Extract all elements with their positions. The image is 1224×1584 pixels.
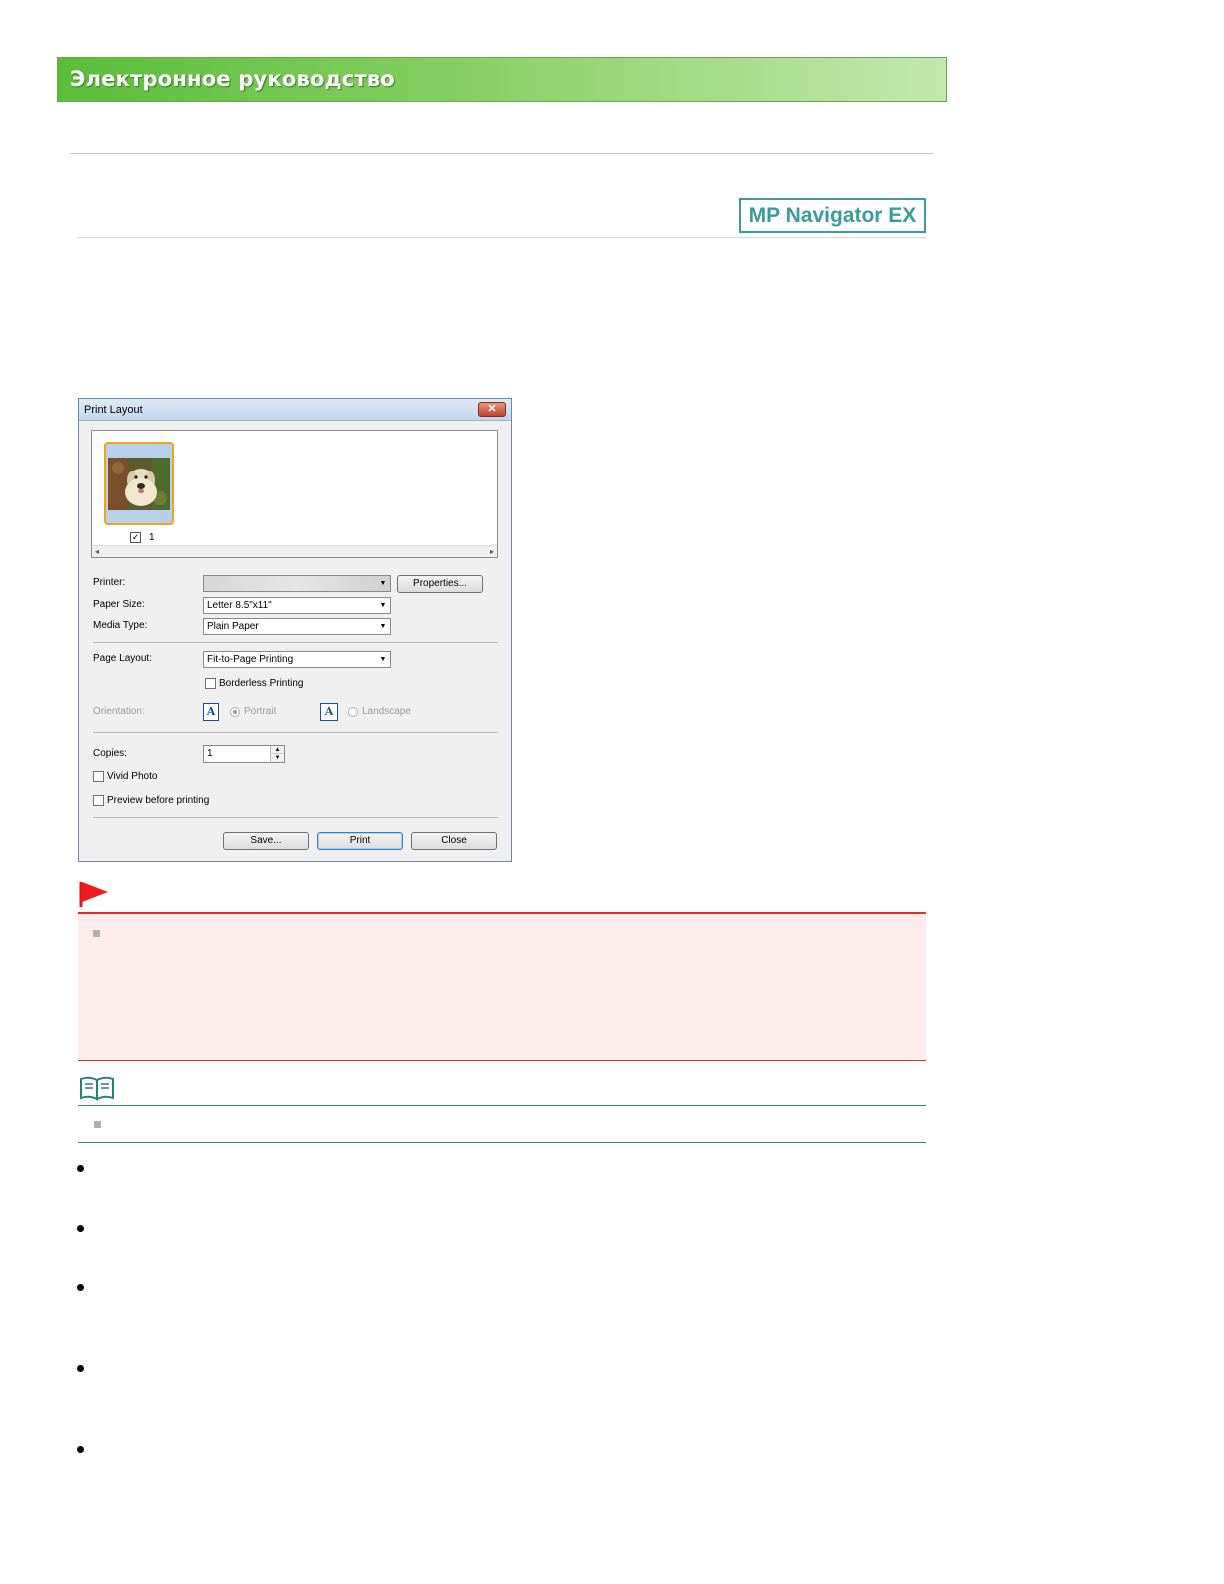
open-book-icon	[79, 1075, 115, 1105]
page-layout-select[interactable]: Fit-to-Page Printing ▼	[203, 651, 391, 668]
stepper-up-icon[interactable]: ▲	[270, 746, 284, 754]
copies-stepper[interactable]: 1 ▲ ▼	[203, 745, 285, 763]
list-bullet	[77, 1365, 84, 1372]
landscape-radio[interactable]	[348, 707, 358, 717]
paper-size-label: Paper Size:	[93, 599, 145, 610]
dialog-separator	[93, 642, 498, 643]
print-layout-dialog: Print Layout ✕ ✓ 1 ◂ ▸ Printer: ▼ Proper…	[78, 398, 512, 862]
thumbnail-checkbox[interactable]: ✓	[130, 532, 141, 543]
media-type-label: Media Type:	[93, 620, 148, 631]
red-flag-icon	[79, 880, 111, 912]
vivid-photo-checkbox[interactable]	[93, 771, 104, 782]
list-bullet	[77, 1225, 84, 1232]
portrait-radio[interactable]	[230, 707, 240, 717]
page-layout-value: Fit-to-Page Printing	[207, 654, 294, 665]
scroll-right-icon[interactable]: ▸	[490, 547, 494, 556]
properties-button[interactable]: Properties...	[397, 575, 483, 593]
note-top-rule	[78, 1105, 926, 1106]
orientation-label: Orientation:	[93, 706, 145, 717]
portrait-label: Portrait	[244, 706, 277, 717]
page-layout-label: Page Layout:	[93, 653, 152, 664]
stepper-down-icon[interactable]: ▼	[270, 754, 284, 762]
print-button[interactable]: Print	[317, 832, 403, 850]
section-divider	[78, 237, 926, 238]
paper-size-value: Letter 8.5"x11"	[207, 600, 272, 611]
thumbnail-scrollbar[interactable]: ◂ ▸	[92, 545, 497, 557]
list-bullet	[94, 1121, 101, 1128]
close-icon[interactable]: ✕	[478, 402, 506, 417]
vivid-photo-label: Vivid Photo	[107, 771, 158, 782]
list-bullet	[77, 1284, 84, 1291]
note-bottom-rule	[78, 1142, 926, 1143]
thumbnail-card[interactable]	[104, 442, 174, 525]
borderless-label: Borderless Printing	[219, 678, 304, 689]
save-button[interactable]: Save...	[223, 832, 309, 850]
media-type-value: Plain Paper	[207, 621, 259, 632]
dialog-titlebar: Print Layout ✕	[79, 399, 511, 421]
close-button[interactable]: Close	[411, 832, 497, 850]
thumbnail-number: 1	[149, 532, 155, 543]
product-badge: MP Navigator EX	[739, 198, 926, 233]
list-bullet	[93, 930, 100, 937]
dialog-separator	[93, 732, 498, 733]
list-bullet	[77, 1165, 84, 1172]
preview-checkbox[interactable]	[93, 795, 104, 806]
important-box	[78, 912, 926, 1061]
preview-label: Preview before printing	[107, 795, 210, 806]
chevron-down-icon: ▼	[379, 656, 387, 663]
manual-title: Электронное руководство	[70, 67, 395, 91]
chevron-down-icon: ▼	[379, 623, 387, 630]
manual-header-banner: Электронное руководство	[57, 57, 947, 102]
media-type-select[interactable]: Plain Paper ▼	[203, 618, 391, 635]
paper-size-select[interactable]: Letter 8.5"x11" ▼	[203, 597, 391, 614]
printer-label: Printer:	[93, 577, 126, 588]
thumbnail-panel: ✓ 1 ◂ ▸	[91, 430, 498, 558]
portrait-orientation-icon: A	[203, 703, 219, 721]
dialog-title: Print Layout	[84, 404, 143, 416]
printer-select[interactable]: ▼	[203, 575, 391, 592]
borderless-checkbox[interactable]	[205, 678, 216, 689]
chevron-down-icon: ▼	[379, 580, 387, 587]
header-divider	[70, 153, 933, 154]
scroll-left-icon[interactable]: ◂	[95, 547, 99, 556]
copies-label: Copies:	[93, 748, 127, 759]
copies-value: 1	[207, 748, 213, 759]
landscape-label: Landscape	[362, 706, 411, 717]
chevron-down-icon: ▼	[379, 602, 387, 609]
dog-photo-thumbnail	[108, 458, 170, 510]
landscape-orientation-icon: A	[320, 703, 338, 721]
dialog-separator	[93, 817, 498, 818]
list-bullet	[77, 1446, 84, 1453]
